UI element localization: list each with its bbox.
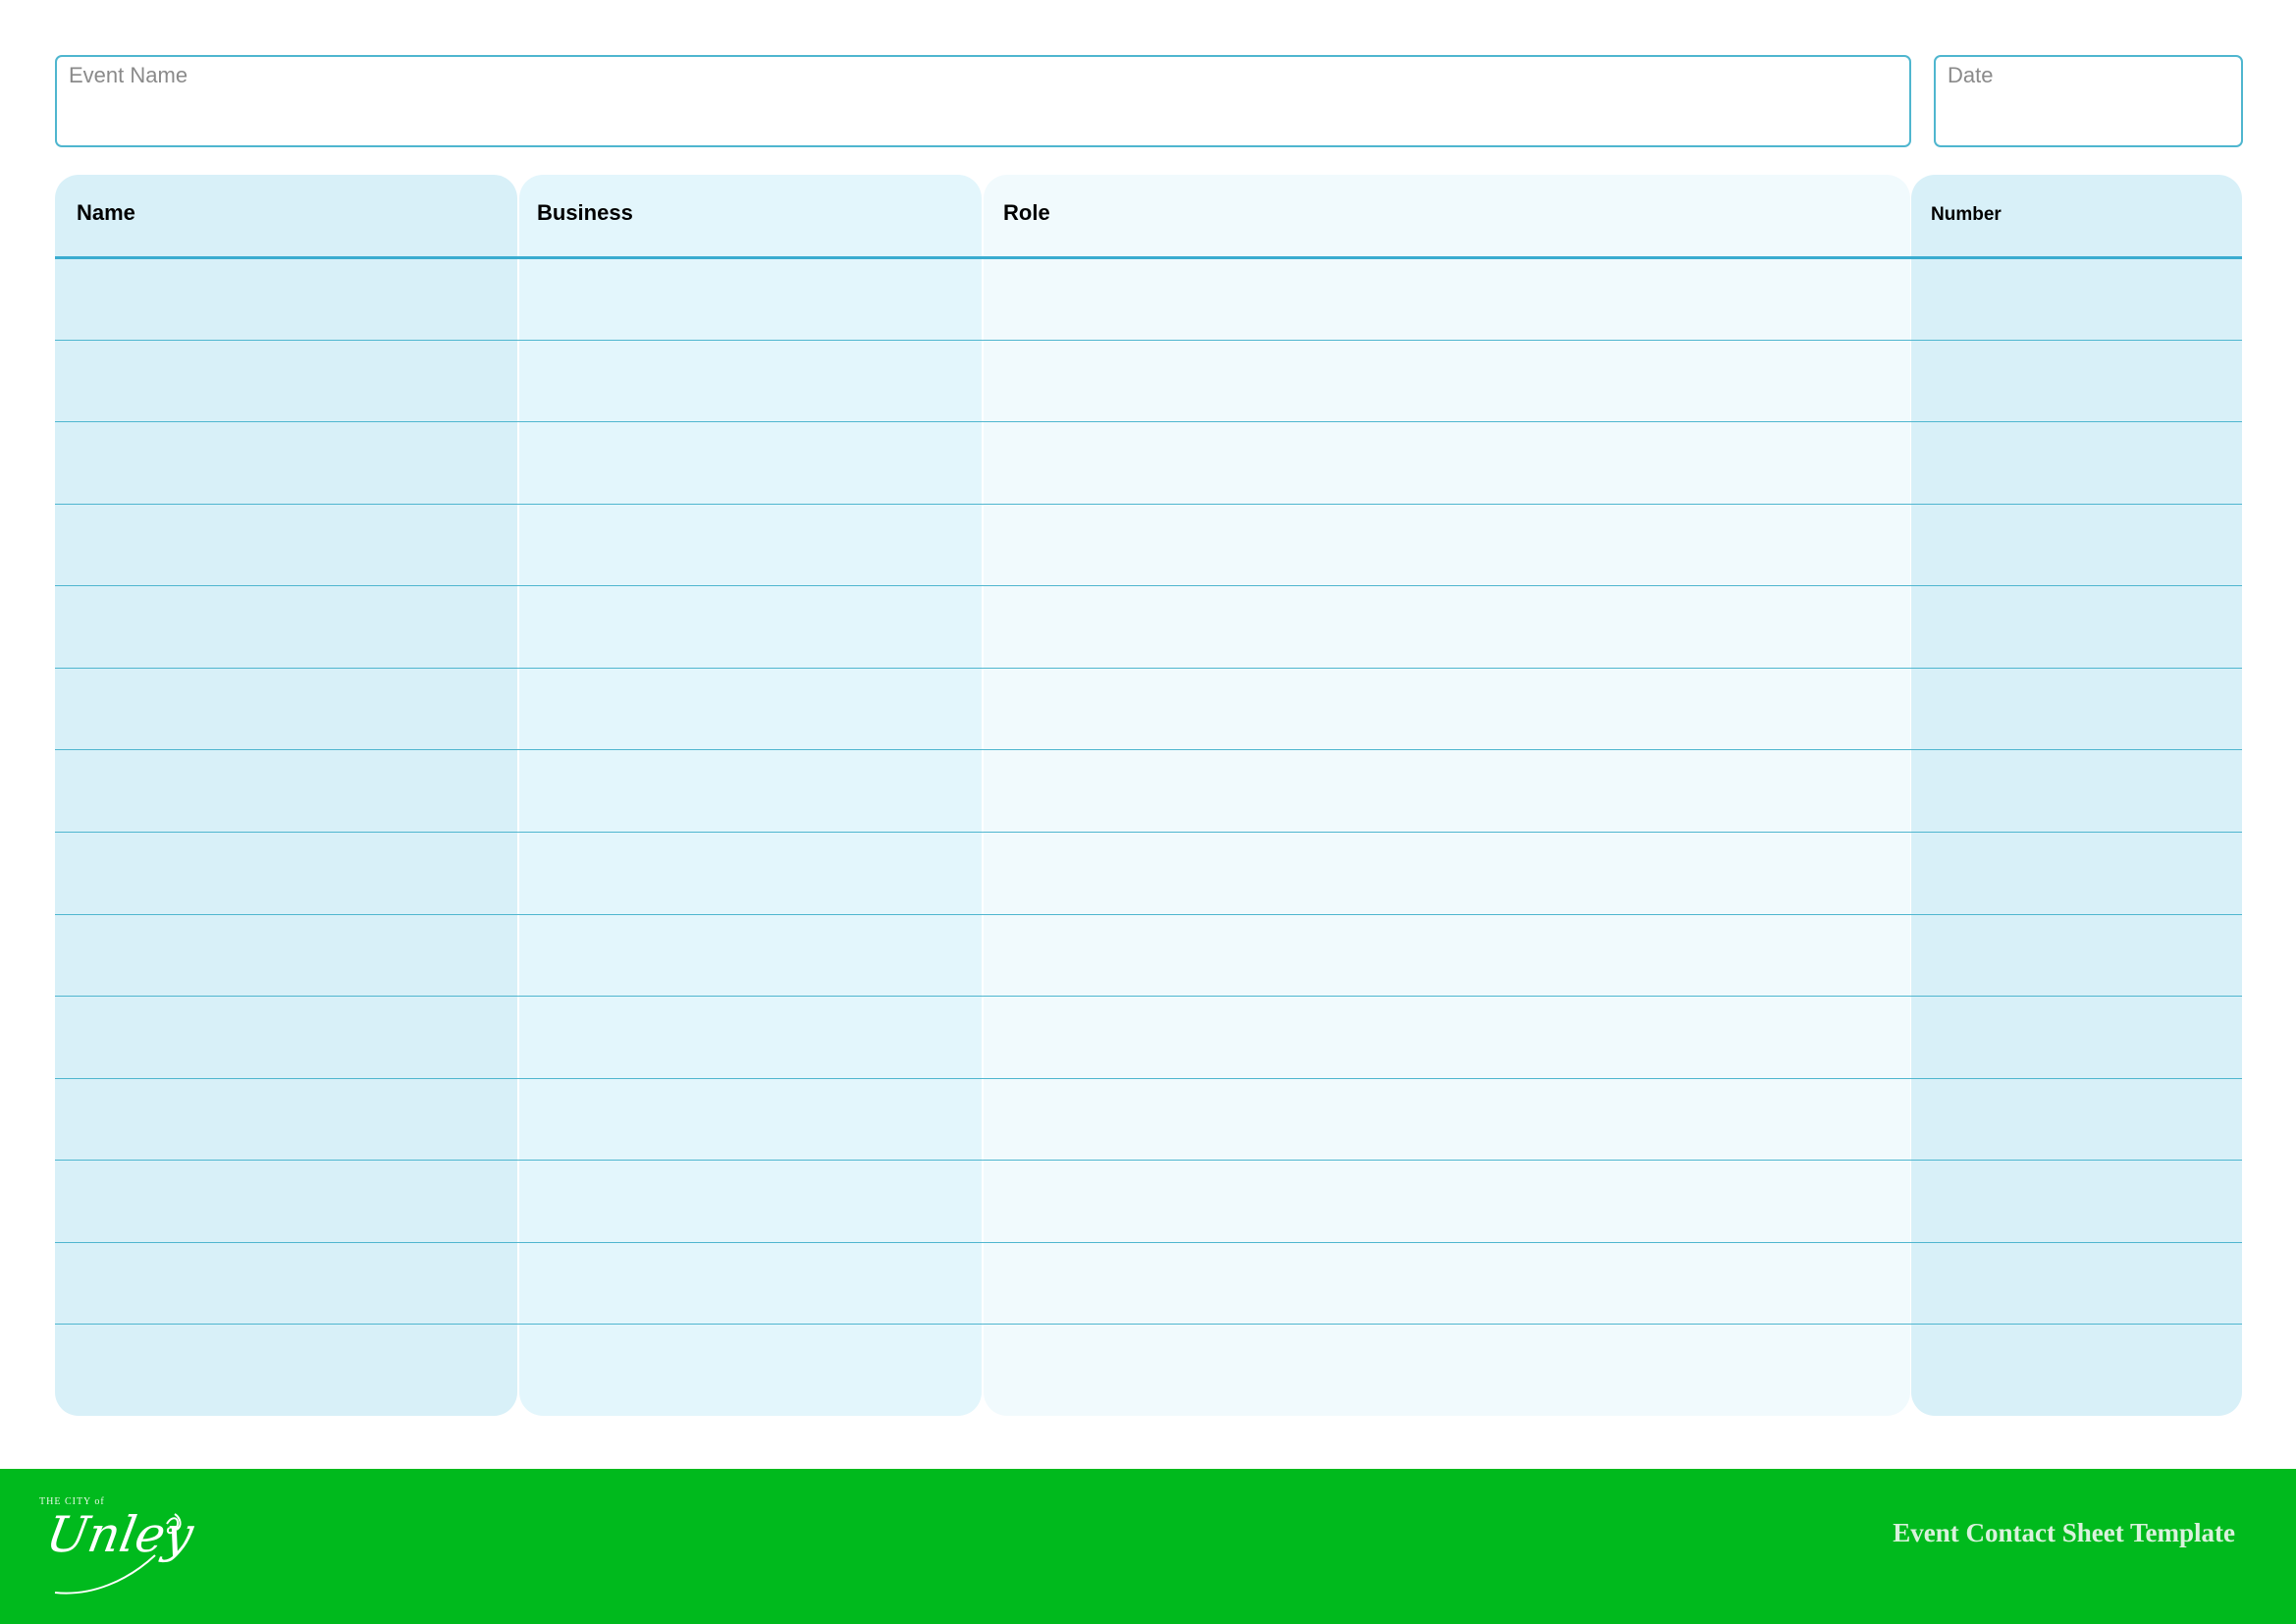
row-divider [55, 1160, 2242, 1161]
row-divider [55, 340, 2242, 341]
city-of-unley-logo: THE CITY of Unley [37, 1494, 197, 1602]
logo-flourish-icon [54, 1513, 182, 1595]
row-divider [55, 504, 2242, 505]
business-column [519, 175, 982, 1416]
row-divider [55, 832, 2242, 833]
column-header-role: Role [1003, 200, 1050, 225]
event-name-field[interactable]: Event Name [55, 55, 1911, 147]
row-divider [55, 1078, 2242, 1079]
date-field[interactable]: Date [1934, 55, 2243, 147]
footer-document-title: Event Contact Sheet Template [1893, 1518, 2235, 1547]
row-divider [55, 421, 2242, 422]
row-divider [55, 749, 2242, 750]
row-divider [55, 668, 2242, 669]
column-header-business: Business [537, 200, 633, 225]
column-header-number: Number [1931, 204, 2002, 225]
number-column [1911, 175, 2242, 1416]
date-label: Date [1948, 63, 1994, 87]
footer-bar: THE CITY of Unley Event Contact Sheet Te… [0, 1469, 2296, 1624]
row-divider [55, 1242, 2242, 1243]
role-column [984, 175, 1910, 1416]
row-divider [55, 996, 2242, 997]
row-divider [55, 1324, 2242, 1325]
column-header-name: Name [77, 200, 135, 225]
name-column [55, 175, 517, 1416]
row-divider [55, 914, 2242, 915]
header-divider [55, 256, 2242, 259]
event-name-label: Event Name [69, 63, 188, 87]
row-divider [55, 585, 2242, 586]
